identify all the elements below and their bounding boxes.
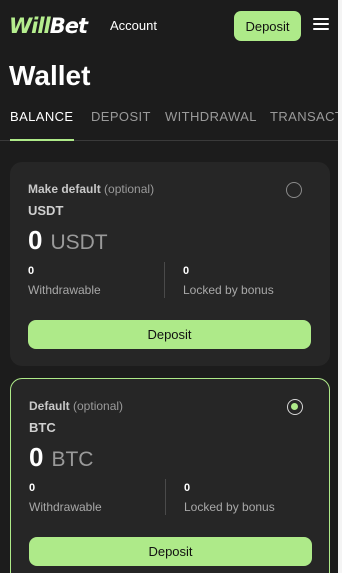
locked-value: 0 — [183, 265, 190, 277]
balance-amount: 0 USDT — [28, 225, 108, 256]
withdrawable-value: 0 — [29, 482, 36, 494]
page-title: Wallet — [9, 60, 91, 91]
stat-divider — [164, 262, 165, 298]
locked-label: Locked by bonus — [184, 500, 275, 514]
locked-value: 0 — [184, 482, 191, 494]
default-hint-label: Default — [29, 399, 70, 413]
wallet-screen: WillBet Account Deposit Wallet BALANCE D… — [0, 0, 338, 573]
tab-withdrawal[interactable]: WITHDRAWAL — [165, 109, 257, 140]
optional-label: (optional) — [104, 182, 155, 196]
willbet-logo[interactable]: WillBet — [9, 12, 88, 40]
locked-label: Locked by bonus — [183, 283, 274, 297]
window-edge — [338, 0, 342, 573]
wallet-card-btc: Default (optional) BTC 0 BTC 0 Withdrawa… — [10, 378, 330, 573]
stat-divider — [165, 479, 166, 515]
withdrawable-value: 0 — [28, 265, 35, 277]
tab-deposit[interactable]: DEPOSIT — [91, 109, 151, 140]
logo-text: WillBet — [9, 14, 88, 38]
balance-unit: BTC — [51, 448, 94, 471]
logo-bet: Bet — [49, 14, 88, 38]
optional-label: (optional) — [73, 399, 124, 413]
withdrawable-label: Withdrawable — [28, 283, 101, 297]
currency-name: USDT — [28, 203, 64, 218]
balance-unit: USDT — [50, 231, 108, 254]
wallet-tabs: BALANCE DEPOSIT WITHDRAWAL TRANSACTI — [0, 109, 338, 141]
wallet-card-usdt: Make default (optional) USDT 0 USDT 0 Wi… — [10, 162, 330, 366]
header-deposit-button[interactable]: Deposit — [234, 11, 301, 41]
top-bar: WillBet Account Deposit — [0, 0, 338, 52]
make-default-radio[interactable] — [286, 182, 302, 198]
balance-value: 0 — [29, 442, 44, 472]
default-hint-label: Make default — [28, 182, 101, 196]
deposit-usdt-button[interactable]: Deposit — [28, 320, 311, 349]
tab-transactions[interactable]: TRANSACTI — [270, 109, 338, 140]
logo-will: Will — [9, 14, 51, 38]
tab-balance[interactable]: BALANCE — [10, 109, 74, 141]
balance-value: 0 — [28, 225, 43, 255]
account-link[interactable]: Account — [110, 18, 157, 33]
currency-name: BTC — [29, 420, 56, 435]
deposit-btc-button[interactable]: Deposit — [29, 537, 312, 566]
default-radio-selected[interactable] — [287, 399, 303, 415]
default-hint: Default (optional) — [29, 399, 123, 413]
default-hint: Make default (optional) — [28, 182, 154, 196]
balance-amount: 0 BTC — [29, 442, 93, 473]
withdrawable-label: Withdrawable — [29, 500, 102, 514]
hamburger-menu-icon[interactable] — [313, 17, 329, 31]
